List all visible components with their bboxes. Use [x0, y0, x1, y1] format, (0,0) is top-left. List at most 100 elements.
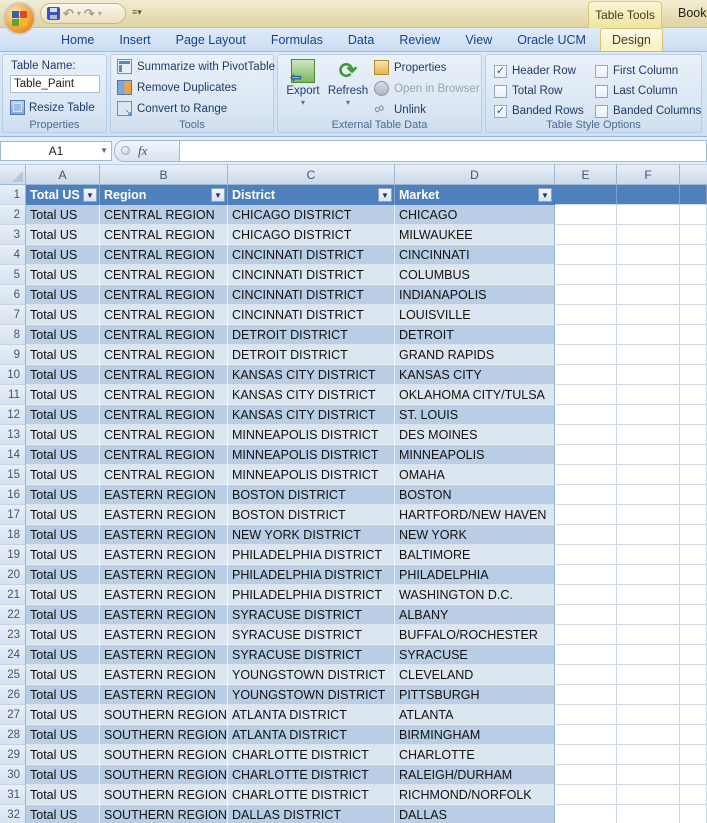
checkbox-unchecked-icon[interactable] — [494, 84, 507, 98]
cell[interactable] — [555, 345, 617, 365]
cell[interactable] — [617, 525, 680, 545]
name-box-dropdown-icon[interactable]: ▼ — [100, 146, 108, 155]
cell[interactable]: CENTRAL REGION — [100, 365, 228, 385]
cell[interactable]: Total US — [26, 585, 100, 605]
cell[interactable]: Total US — [26, 605, 100, 625]
row-header-6[interactable]: 6 — [0, 285, 26, 305]
checkbox-unchecked-icon[interactable] — [595, 84, 608, 98]
cell[interactable]: EASTERN REGION — [100, 625, 228, 645]
cell[interactable] — [617, 505, 680, 525]
export-button[interactable]: Export ▾ — [281, 59, 325, 107]
row-header-12[interactable]: 12 — [0, 405, 26, 425]
cell[interactable]: COLUMBUS — [395, 265, 555, 285]
cell[interactable] — [617, 285, 680, 305]
cell[interactable]: CINCINNATI DISTRICT — [228, 265, 395, 285]
cell[interactable]: CHARLOTTE — [395, 745, 555, 765]
cell[interactable] — [617, 185, 680, 205]
cell[interactable]: CENTRAL REGION — [100, 405, 228, 425]
row-header-4[interactable]: 4 — [0, 245, 26, 265]
cell[interactable]: PHILADELPHIA DISTRICT — [228, 545, 395, 565]
cell[interactable]: ATLANTA — [395, 705, 555, 725]
cell[interactable] — [617, 405, 680, 425]
cell[interactable]: RALEIGH/DURHAM — [395, 765, 555, 785]
cell[interactable]: CENTRAL REGION — [100, 305, 228, 325]
cell[interactable] — [555, 245, 617, 265]
cell[interactable]: BOSTON — [395, 485, 555, 505]
redo-dropdown-icon[interactable]: ▾ — [98, 9, 102, 18]
cell[interactable]: EASTERN REGION — [100, 645, 228, 665]
cell[interactable]: SOUTHERN REGION — [100, 805, 228, 823]
cell[interactable] — [617, 305, 680, 325]
column-header-e[interactable]: E — [555, 165, 617, 185]
cell[interactable]: SYRACUSE — [395, 645, 555, 665]
cell[interactable]: Total US — [26, 545, 100, 565]
row-header-18[interactable]: 18 — [0, 525, 26, 545]
cell[interactable]: EASTERN REGION — [100, 585, 228, 605]
column-header-a[interactable]: A — [26, 165, 100, 185]
cell[interactable]: Total US — [26, 285, 100, 305]
row-header-25[interactable]: 25 — [0, 665, 26, 685]
column-header-b[interactable]: B — [100, 165, 228, 185]
cell[interactable]: CINCINNATI — [395, 245, 555, 265]
cell[interactable]: Total US — [26, 505, 100, 525]
cell[interactable]: Total US — [26, 625, 100, 645]
cell[interactable] — [555, 745, 617, 765]
external-properties-button[interactable]: Properties — [374, 60, 446, 75]
cell[interactable]: BALTIMORE — [395, 545, 555, 565]
cell[interactable]: CENTRAL REGION — [100, 265, 228, 285]
column-header-d[interactable]: D — [395, 165, 555, 185]
cell[interactable]: Total US — [26, 665, 100, 685]
cell[interactable] — [555, 225, 617, 245]
cell[interactable] — [555, 385, 617, 405]
row-header-1[interactable]: 1 — [0, 185, 26, 205]
row-header-21[interactable]: 21 — [0, 585, 26, 605]
cell[interactable]: BIRMINGHAM — [395, 725, 555, 745]
cell[interactable]: SOUTHERN REGION — [100, 725, 228, 745]
cell[interactable]: Total US — [26, 245, 100, 265]
row-header-15[interactable]: 15 — [0, 465, 26, 485]
cell[interactable]: CHARLOTTE DISTRICT — [228, 785, 395, 805]
cell[interactable]: MINNEAPOLIS DISTRICT — [228, 425, 395, 445]
cell[interactable]: DALLAS — [395, 805, 555, 823]
cell[interactable]: PHILADELPHIA DISTRICT — [228, 565, 395, 585]
tab-view[interactable]: View — [454, 29, 503, 51]
filter-button[interactable]: ▼ — [211, 188, 225, 202]
remove-duplicates-button[interactable]: Remove Duplicates — [117, 80, 237, 95]
cell[interactable]: Total US — [26, 485, 100, 505]
cell[interactable] — [617, 565, 680, 585]
cell[interactable]: MINNEAPOLIS DISTRICT — [228, 445, 395, 465]
unlink-button[interactable]: Unlink — [374, 102, 426, 117]
cell[interactable]: MINNEAPOLIS DISTRICT — [228, 465, 395, 485]
row-header-14[interactable]: 14 — [0, 445, 26, 465]
cell[interactable]: Total US — [26, 645, 100, 665]
select-all-corner[interactable] — [0, 165, 26, 185]
cell[interactable]: EASTERN REGION — [100, 505, 228, 525]
cell[interactable] — [555, 805, 617, 823]
cell[interactable] — [555, 405, 617, 425]
cell[interactable]: MILWAUKEE — [395, 225, 555, 245]
cell[interactable] — [555, 565, 617, 585]
cell[interactable] — [617, 545, 680, 565]
cell[interactable]: YOUNGSTOWN DISTRICT — [228, 665, 395, 685]
cell[interactable]: CENTRAL REGION — [100, 345, 228, 365]
cell[interactable]: PHILADELPHIA DISTRICT — [228, 585, 395, 605]
cell[interactable] — [617, 345, 680, 365]
cell[interactable]: CENTRAL REGION — [100, 465, 228, 485]
redo-icon[interactable]: ↷ — [84, 6, 95, 22]
cell[interactable] — [617, 805, 680, 823]
cell[interactable]: BOSTON DISTRICT — [228, 485, 395, 505]
cell[interactable]: SYRACUSE DISTRICT — [228, 605, 395, 625]
cell[interactable]: OKLAHOMA CITY/TULSA — [395, 385, 555, 405]
cell[interactable] — [617, 385, 680, 405]
cell[interactable] — [617, 625, 680, 645]
tab-home[interactable]: Home — [50, 29, 105, 51]
cell[interactable]: ST. LOUIS — [395, 405, 555, 425]
cell[interactable] — [617, 425, 680, 445]
checkbox-checked-icon[interactable]: ✓ — [494, 64, 507, 78]
cell[interactable] — [617, 645, 680, 665]
cell[interactable] — [617, 485, 680, 505]
cell[interactable]: Total US — [26, 365, 100, 385]
row-header-24[interactable]: 24 — [0, 645, 26, 665]
row-header-9[interactable]: 9 — [0, 345, 26, 365]
cell[interactable] — [555, 285, 617, 305]
